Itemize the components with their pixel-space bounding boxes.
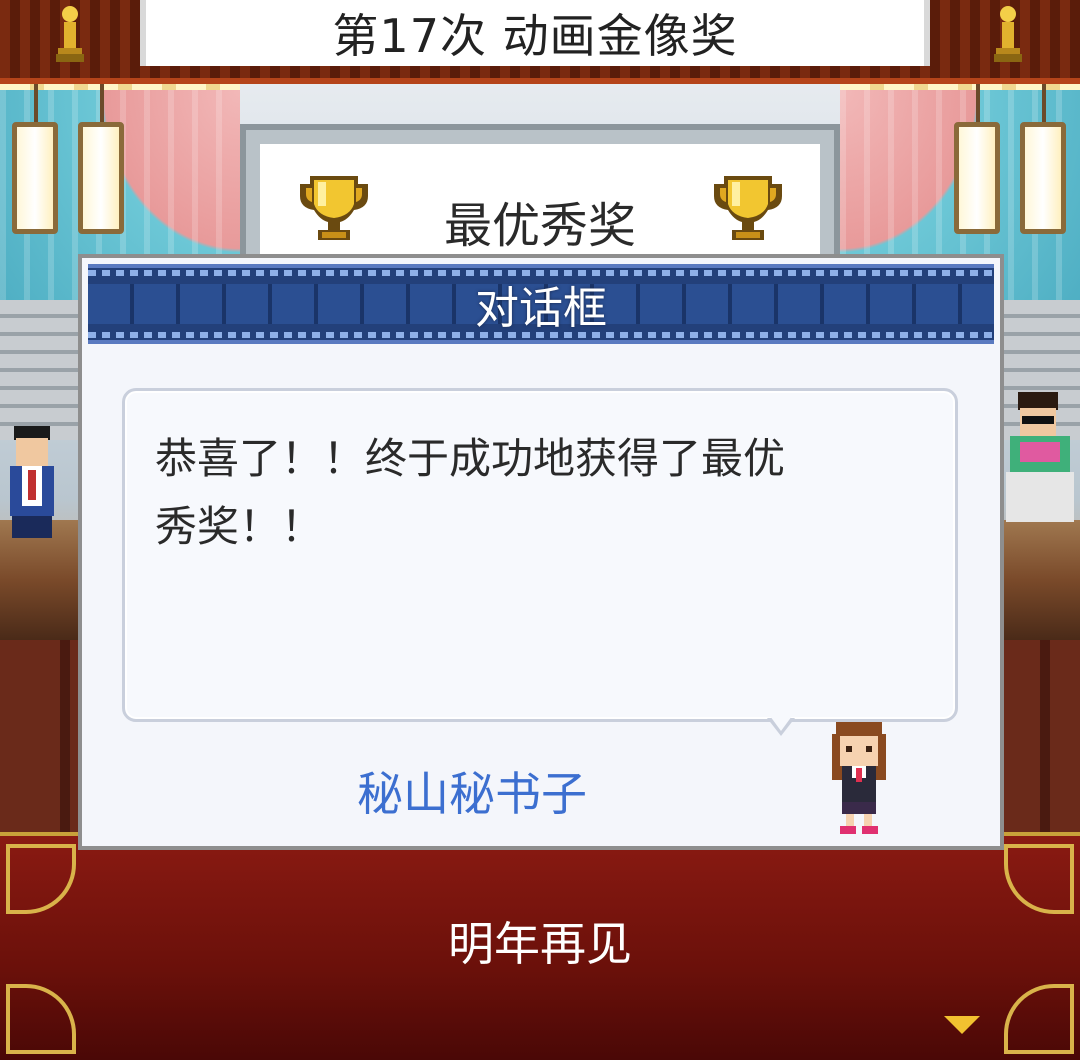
title-banner: 第17次 动画金像奖 bbox=[0, 0, 1080, 84]
gold-ornament-right-bottom bbox=[1004, 984, 1074, 1054]
dialog-window: 对话框 恭喜了！！终于成功地获得了最优 秀奖！！ 秘山秘书子 bbox=[78, 254, 1004, 850]
gold-ornament-right bbox=[1004, 844, 1074, 914]
speech-bubble-tail-fill bbox=[770, 716, 792, 731]
next-year-button[interactable]: 明年再见 bbox=[0, 908, 1080, 974]
award-name: 最优秀奖 bbox=[443, 198, 636, 254]
trophy-icon bbox=[300, 176, 368, 240]
lantern-string bbox=[976, 78, 980, 122]
lantern-string bbox=[100, 78, 104, 122]
speech-bubble[interactable]: 恭喜了！！终于成功地获得了最优 秀奖！！ bbox=[122, 388, 958, 722]
event-title-plate: 第17次 动画金像奖 bbox=[140, 0, 930, 66]
dialog-title: 对话框 bbox=[475, 283, 607, 334]
secretary-character bbox=[832, 722, 886, 834]
lantern-string bbox=[1042, 78, 1046, 122]
lantern-string bbox=[34, 78, 38, 122]
trophy-icon bbox=[714, 176, 782, 240]
dialog-header: 对话框 bbox=[88, 264, 994, 344]
dialog-message: 恭喜了！！终于成功地获得了最优 秀奖！！ bbox=[155, 434, 786, 551]
audience-character-right bbox=[1006, 392, 1074, 522]
statuette-icon bbox=[52, 4, 88, 64]
gold-ornament-left bbox=[6, 844, 76, 914]
stairs-left bbox=[0, 300, 90, 440]
game-screen: 第17次 动画金像奖 最优秀奖 明年再见 对话框 恭喜了！！终于成功地获得了最优… bbox=[0, 0, 1080, 1060]
speaker-name: 秘山秘书子 bbox=[357, 767, 587, 821]
statuette-icon bbox=[990, 4, 1026, 64]
audience-character-left bbox=[10, 426, 54, 538]
gold-ornament-left-bottom bbox=[6, 984, 76, 1054]
event-title: 第17次 动画金像奖 bbox=[332, 9, 738, 63]
advance-arrow-icon[interactable] bbox=[944, 1016, 980, 1034]
